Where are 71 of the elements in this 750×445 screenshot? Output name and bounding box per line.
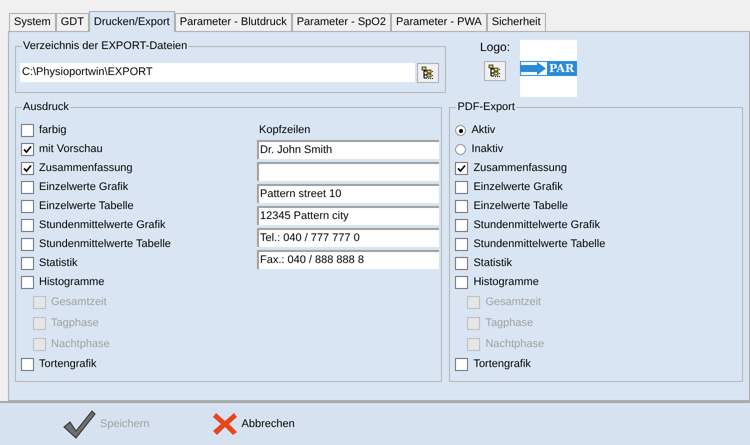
option-label: Einzelwerte Grafik: [473, 180, 563, 196]
option-label: Zusammenfassung: [39, 161, 133, 176]
option-label: Einzelwerte Tabelle: [473, 199, 568, 214]
checkbox[interactable]: [455, 276, 468, 289]
option-label: Histogramme: [473, 275, 539, 290]
header-line-field[interactable]: Pattern street 10: [257, 184, 439, 203]
option-label: Statistik: [39, 256, 78, 272]
tab[interactable]: Parameter - PWA: [390, 13, 487, 31]
radio-button[interactable]: [455, 125, 466, 136]
browse-button[interactable]: [417, 62, 439, 82]
header-line-field[interactable]: Fax.: 040 / 888 888 8: [257, 250, 439, 269]
checkbox[interactable]: [21, 358, 34, 371]
checkbox[interactable]: [21, 162, 34, 175]
checkbox[interactable]: [455, 162, 468, 175]
option-label: Stundenmittelwerte Grafik: [473, 218, 600, 234]
logo-label: Logo:: [480, 39, 510, 56]
radio-button[interactable]: [455, 144, 466, 155]
option-label: Tagphase: [485, 316, 534, 332]
header-line-field[interactable]: 12345 Pattern city: [257, 206, 439, 225]
path-field[interactable]: C:\Physioportwin\EXPORT: [20, 63, 415, 82]
checkbox[interactable]: [21, 238, 34, 251]
option-label: Gesamtzeit: [485, 295, 542, 310]
checkbox[interactable]: [455, 257, 468, 270]
option-label: farbig: [39, 123, 67, 138]
option-label: Aktiv: [471, 123, 496, 138]
checkbox[interactable]: [21, 219, 34, 232]
checkmark-icon: [62, 409, 96, 439]
option-label: Tortengrafik: [39, 357, 96, 372]
header-line-field[interactable]: Tel.: 040 / 777 777 0: [257, 228, 439, 247]
group-title: PDF-Export: [456, 100, 516, 114]
checkbox[interactable]: [455, 200, 468, 213]
option-label: Stundenmittelwerte Tabelle: [473, 237, 606, 252]
option-label: Histogramme: [39, 275, 104, 290]
tab[interactable]: Parameter - Blutdruck: [174, 13, 292, 31]
tab[interactable]: GDT: [56, 13, 89, 31]
tab[interactable]: Drucken/Export: [88, 11, 175, 32]
option-label: Tortengrafik: [473, 357, 531, 372]
checkbox[interactable]: [21, 143, 34, 156]
header-line-field[interactable]: Dr. John Smith: [257, 140, 439, 159]
checkbox[interactable]: [455, 219, 468, 232]
tab[interactable]: Sicherheit: [486, 13, 546, 31]
section-label: Kopfzeilen: [258, 124, 312, 137]
browse-button[interactable]: [484, 61, 506, 81]
option-label: Stundenmittelwerte Tabelle: [39, 237, 171, 252]
option-label: Nachtphase: [485, 337, 544, 352]
cancel-button[interactable]: Abbrechen: [212, 411, 295, 437]
header-line-field[interactable]: [257, 162, 439, 181]
option-label: Stundenmittelwerte Grafik: [39, 218, 166, 234]
tab[interactable]: System: [9, 13, 56, 31]
checkbox[interactable]: [21, 124, 34, 137]
close-icon: [212, 411, 238, 437]
checkbox[interactable]: [455, 358, 468, 371]
option-label: Tagphase: [51, 316, 99, 332]
option-label: mit Vorschau: [39, 142, 103, 158]
folder-tree-icon: [488, 64, 502, 78]
option-label: Zusammenfassung: [473, 161, 567, 176]
tab[interactable]: Parameter - SpO2: [292, 13, 391, 31]
option-label: Nachtphase: [51, 337, 110, 352]
checkbox[interactable]: [21, 257, 34, 270]
logo-text: PAR: [546, 62, 576, 75]
checkbox[interactable]: [21, 200, 34, 213]
folder-tree-icon: [421, 66, 435, 80]
checkbox[interactable]: [455, 181, 468, 194]
option-label: Einzelwerte Grafik: [39, 180, 128, 196]
checkbox[interactable]: [21, 276, 34, 289]
option-label: Gesamtzeit: [51, 295, 107, 310]
option-label: Inaktiv: [471, 142, 504, 158]
checkbox[interactable]: [455, 238, 468, 251]
option-label: Statistik: [473, 256, 512, 272]
checkbox[interactable]: [21, 181, 34, 194]
option-label: Einzelwerte Tabelle: [39, 199, 134, 214]
